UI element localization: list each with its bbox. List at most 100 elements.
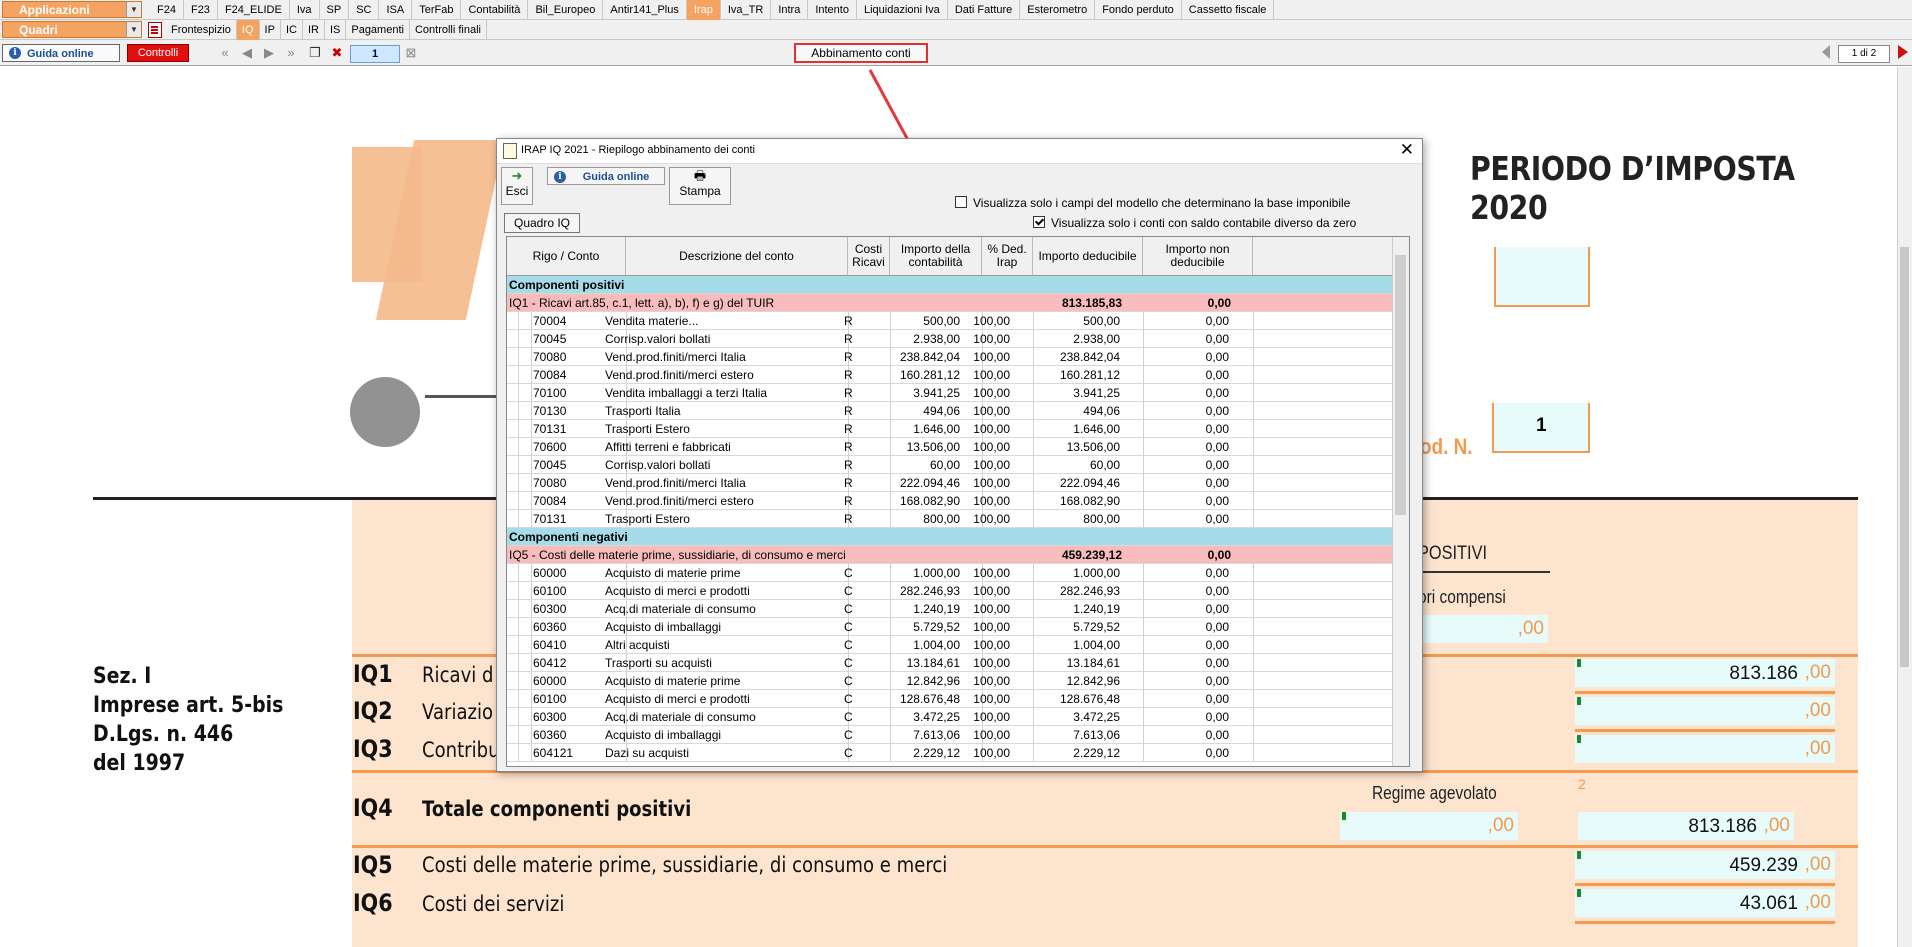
col-header[interactable]: Importo non deducibile: [1143, 237, 1253, 275]
quadro-tab-controlli-finali[interactable]: Controlli finali: [410, 20, 487, 40]
mod-number-field[interactable]: 1: [1492, 403, 1590, 453]
checkbox[interactable]: [1033, 216, 1045, 228]
tab-sc[interactable]: SC: [349, 0, 380, 20]
iq2-value-field[interactable]: ,00: [1575, 697, 1835, 725]
tab-quadro-iq[interactable]: Quadro IQ: [504, 213, 580, 233]
tab-irap[interactable]: Irap: [686, 0, 721, 20]
tab-antir141-plus[interactable]: Antir141_Plus: [603, 0, 687, 20]
grid-scrollbar[interactable]: [1392, 237, 1409, 766]
controlli-button[interactable]: Controlli: [127, 44, 189, 62]
account-row[interactable]: 70100 Vendita imballaggi a terzi Italia R 3…: [507, 384, 1393, 402]
tab-iva[interactable]: Iva: [290, 0, 320, 20]
account-row[interactable]: 60300 Acq.di materiale di consumo C 1.240,1…: [507, 600, 1393, 618]
tab-iva-tr[interactable]: Iva_TR: [721, 0, 772, 20]
account-row[interactable]: 70080 Vend.prod.finiti/merci Italia R 238.8…: [507, 348, 1393, 366]
delete-icon[interactable]: ✖: [328, 44, 346, 62]
chevron-down-icon[interactable]: ▼: [126, 22, 141, 37]
col-header[interactable]: Importo della contabilità: [890, 237, 982, 275]
tab-liquidazioni-iva[interactable]: Liquidazioni Iva: [857, 0, 948, 20]
iq5-value-field[interactable]: 459.239 ,00: [1575, 851, 1835, 879]
account-row[interactable]: 70045 Corrisp.valori bollati R 2.938,00 100,…: [507, 330, 1393, 348]
stampa-button[interactable]: 🖶 Stampa: [669, 167, 731, 205]
check-base-imponibile[interactable]: Visualizza solo i campi del modello che …: [955, 196, 1350, 210]
iq4-value-field[interactable]: 813.186 ,00: [1578, 812, 1794, 840]
section-row[interactable]: Componenti negativi: [507, 528, 1393, 546]
rigo-row[interactable]: IQ5 - Costi delle materie prime, sussidi…: [507, 546, 1393, 564]
scrollbar-thumb[interactable]: [1900, 247, 1909, 667]
iq6-value-field[interactable]: 43.061 ,00: [1575, 889, 1835, 917]
page-scrollbar[interactable]: [1897, 67, 1912, 947]
account-row[interactable]: 70131 Trasporti Estero R 1.646,00 100,00 1.64…: [507, 420, 1393, 438]
tab-terfab[interactable]: TerFab: [412, 0, 462, 20]
esci-button[interactable]: ➜ Esci: [501, 167, 533, 205]
field-box[interactable]: [1494, 247, 1590, 307]
tab-bil-europeo[interactable]: Bil_Europeo: [528, 0, 604, 20]
account-row[interactable]: 70080 Vend.prod.finiti/merci Italia R 222.0…: [507, 474, 1393, 492]
account-row[interactable]: 60412 Trasporti su acquisti C 13.184,61 100,…: [507, 654, 1393, 672]
guida-online-button[interactable]: i Guida online: [2, 44, 120, 62]
tab-isa[interactable]: ISA: [379, 0, 413, 20]
tab-intento[interactable]: Intento: [808, 0, 857, 20]
account-row[interactable]: 604121 Dazi su acquisti C 2.229,12 100,00 2.2…: [507, 744, 1393, 762]
account-row[interactable]: 70045 Corrisp.valori bollati R 60,00 100,00 6…: [507, 456, 1393, 474]
chevron-down-icon[interactable]: ▼: [126, 2, 141, 17]
col-header[interactable]: % Ded. Irap: [982, 237, 1033, 275]
account-row[interactable]: 60000 Acquisto di materie prime C 12.842,96…: [507, 672, 1393, 690]
account-row[interactable]: 60000 Acquisto di materie prime C 1.000,00 1…: [507, 564, 1393, 582]
first-page-icon[interactable]: «: [216, 44, 234, 62]
tab-esterometro[interactable]: Esterometro: [1020, 0, 1096, 20]
account-row[interactable]: 60100 Acquisto di merci e prodotti C 128.67…: [507, 690, 1393, 708]
copy-icon[interactable]: ❐: [306, 44, 324, 62]
col-header[interactable]: Importo deducibile: [1033, 237, 1143, 275]
iq3-value-field[interactable]: ,00: [1575, 735, 1835, 763]
tab-f24[interactable]: F24: [150, 0, 184, 20]
tab-intra[interactable]: Intra: [771, 0, 809, 20]
quadri-selector[interactable]: Quadri ▼: [2, 21, 142, 38]
next-page-icon[interactable]: ▶: [260, 44, 278, 62]
clear-icon[interactable]: ⊠: [402, 44, 420, 62]
quadro-tab-is[interactable]: IS: [325, 20, 347, 40]
dialog-guida-online-button[interactable]: i Guida online: [547, 167, 665, 185]
tab-cassetto-fiscale[interactable]: Cassetto fiscale: [1182, 0, 1275, 20]
quadro-tab-pagamenti[interactable]: Pagamenti: [346, 20, 410, 40]
last-page-icon[interactable]: »: [282, 44, 300, 62]
tab-contabilit-[interactable]: Contabilità: [461, 0, 529, 20]
tab-sp[interactable]: SP: [320, 0, 350, 20]
iq1-value-field[interactable]: 813.186 ,00: [1575, 659, 1835, 687]
abbinamento-conti-button[interactable]: Abbinamento conti: [794, 43, 928, 63]
scrollbar-thumb[interactable]: [1395, 255, 1406, 515]
compensi-field[interactable]: ,00: [1418, 615, 1548, 643]
regime-field[interactable]: ,00: [1340, 812, 1518, 840]
check-saldo-diverso-zero[interactable]: Visualizza solo i conti con saldo contab…: [1033, 216, 1356, 230]
col-header[interactable]: Descrizione del conto: [626, 237, 848, 275]
applications-selector[interactable]: Applicazioni ▼: [2, 1, 142, 18]
quadro-tab-ip[interactable]: IP: [260, 20, 281, 40]
quadro-tab-ic[interactable]: IC: [281, 20, 303, 40]
quadro-tab-ir[interactable]: IR: [303, 20, 325, 40]
col-header[interactable]: Rigo / Conto: [507, 237, 626, 275]
col-header[interactable]: Costi Ricavi: [848, 237, 890, 275]
account-row[interactable]: 60360 Acquisto di imballaggi C 7.613,06 100,…: [507, 726, 1393, 744]
account-row[interactable]: 70130 Trasporti Italia R 494,06 100,00 494,06…: [507, 402, 1393, 420]
section-row[interactable]: Componenti positivi: [507, 276, 1393, 294]
account-row[interactable]: 70131 Trasporti Estero R 800,00 100,00 800,00…: [507, 510, 1393, 528]
prev-form-icon[interactable]: [1822, 45, 1830, 59]
account-row[interactable]: 60300 Acq.di materiale di consumo C 3.472,2…: [507, 708, 1393, 726]
account-row[interactable]: 60360 Acquisto di imballaggi C 5.729,52 100,…: [507, 618, 1393, 636]
account-row[interactable]: 70084 Vend.prod.finiti/merci estero R 168.0…: [507, 492, 1393, 510]
rigo-row[interactable]: IQ1 - Ricavi art.85, c.1, lett. a), b), …: [507, 294, 1393, 312]
prev-page-icon[interactable]: ◀: [238, 44, 256, 62]
quadro-tab-frontespizio[interactable]: Frontespizio: [166, 20, 237, 40]
account-row[interactable]: 70084 Vend.prod.finiti/merci estero R 160.2…: [507, 366, 1393, 384]
tab-f24-elide[interactable]: F24_ELIDE: [218, 0, 290, 20]
tab-dati-fatture[interactable]: Dati Fatture: [948, 0, 1021, 20]
account-row[interactable]: 70004 Vendita materie... R 500,00 100,00 500,…: [507, 312, 1393, 330]
account-row[interactable]: 60410 Altri acquisti C 1.004,00 100,00 1.004,…: [507, 636, 1393, 654]
tab-f23[interactable]: F23: [184, 0, 218, 20]
page-number-input[interactable]: 1: [350, 45, 400, 63]
pdf-icon[interactable]: [148, 22, 162, 38]
checkbox[interactable]: [955, 196, 967, 208]
next-form-icon[interactable]: [1898, 45, 1908, 59]
quadro-tab-iq[interactable]: IQ: [236, 20, 260, 40]
close-icon[interactable]: ✕: [1400, 140, 1414, 160]
